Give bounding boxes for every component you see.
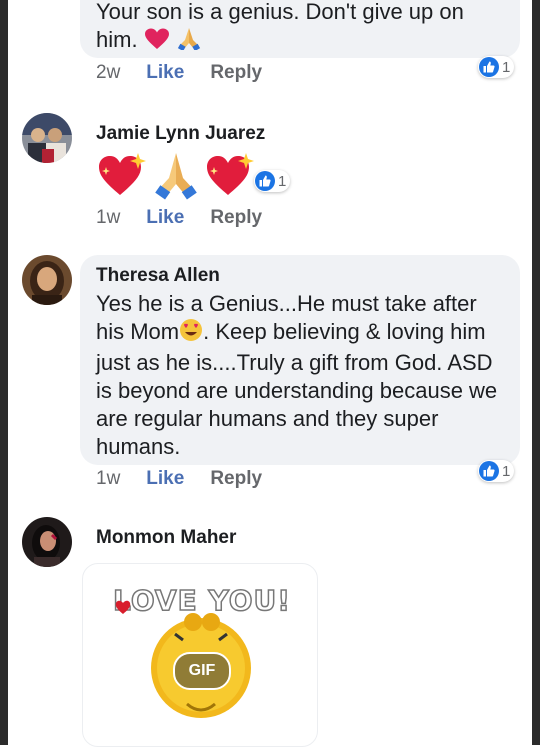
comment-author[interactable]: Jamie Lynn Juarez — [96, 123, 265, 145]
comment-author[interactable]: Theresa Allen — [96, 265, 220, 287]
heart-emoji — [144, 28, 170, 57]
sparkling-heart-emoji — [96, 151, 148, 204]
reply-button[interactable]: Reply — [210, 468, 262, 490]
reply-button[interactable]: Reply — [210, 62, 262, 84]
comment-author[interactable]: Monmon Maher — [96, 527, 236, 549]
reply-button[interactable]: Reply — [210, 207, 262, 229]
comment-actions: 2w Like Reply — [96, 62, 262, 84]
heart-eyes-emoji — [179, 318, 203, 349]
praying-hands-emoji — [152, 150, 200, 205]
like-thumb-icon — [255, 171, 275, 191]
comment-text: Your son is a genius. Don't give up on h… — [96, 0, 464, 57]
avatar[interactable] — [22, 255, 72, 305]
sparkling-heart-emoji — [204, 151, 256, 204]
like-button[interactable]: Like — [146, 62, 184, 84]
avatar[interactable] — [22, 113, 72, 163]
reaction-count: 1 — [278, 172, 287, 190]
like-thumb-icon — [479, 57, 499, 77]
gif-badge[interactable]: GIF — [173, 652, 231, 690]
gif-badge-label: GIF — [188, 662, 216, 679]
comment-text: Yes he is a Genius...He must take after … — [96, 291, 498, 459]
like-thumb-icon — [479, 461, 499, 481]
reaction-count: 1 — [502, 462, 511, 480]
praying-hands-emoji — [176, 26, 202, 57]
screen-edge-left — [0, 0, 8, 745]
reaction-count: 1 — [502, 58, 511, 76]
like-button[interactable]: Like — [146, 468, 184, 490]
reaction-count-badge[interactable]: 1 — [478, 56, 515, 78]
comment-time: 1w — [96, 468, 121, 489]
like-button[interactable]: Like — [146, 207, 184, 229]
comment-time: 2w — [96, 62, 121, 83]
reaction-count-badge[interactable]: 1 — [254, 170, 291, 192]
emoji-comment — [96, 150, 256, 205]
gif-attachment[interactable]: LOVE YOU! GIF — [82, 563, 318, 747]
avatar[interactable] — [22, 517, 72, 567]
comment-actions: 1w Like Reply — [96, 468, 262, 490]
comment-actions: 1w Like Reply — [96, 207, 262, 229]
screen-edge-right — [532, 0, 540, 745]
comment-time: 1w — [96, 207, 121, 228]
reaction-count-badge[interactable]: 1 — [478, 460, 515, 482]
